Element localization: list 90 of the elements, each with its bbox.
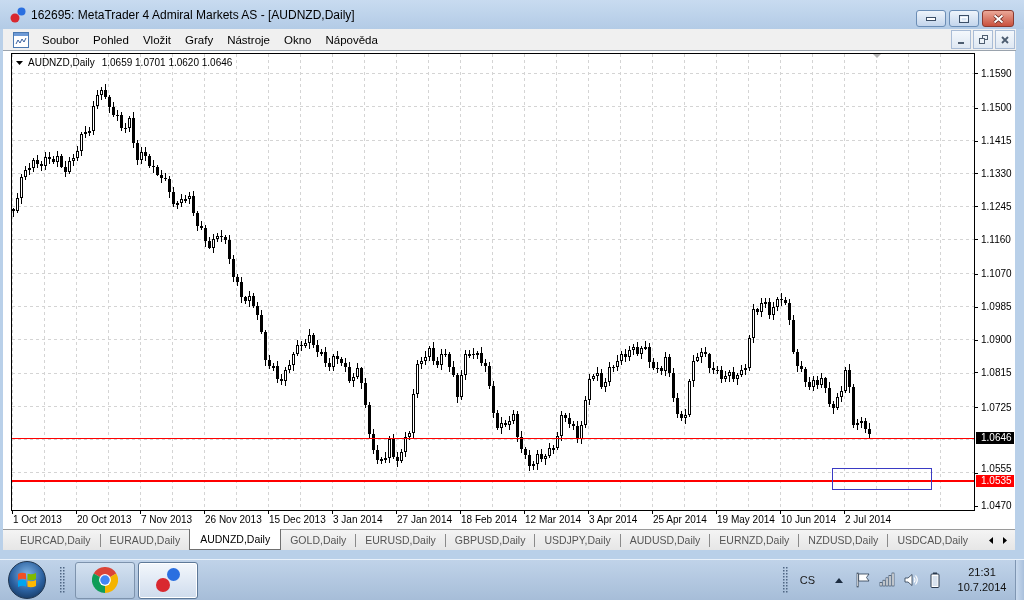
signal-icon	[879, 572, 895, 588]
date-label: 15 Dec 2013	[269, 514, 326, 526]
price-label: 1.1160	[981, 234, 1011, 245]
chart-tab[interactable]: NZDUSD,Daily	[799, 530, 888, 550]
price-label: 1.1245	[981, 201, 1012, 212]
chart-tab[interactable]: GOLD,Daily	[281, 530, 356, 550]
price-label: 1.1415	[981, 135, 1012, 146]
date-label: 7 Nov 2013	[141, 514, 193, 526]
right-triangle-icon	[1003, 536, 1007, 544]
two-dots-icon	[155, 567, 181, 593]
date-label: 2 Jul 2014	[845, 514, 892, 526]
chart-tab[interactable]: USDCAD,Daily	[888, 530, 977, 550]
close-chart-button[interactable]	[995, 30, 1015, 49]
date-label: 10 Jun 2014	[781, 514, 837, 526]
minimize-icon	[926, 16, 936, 21]
minimize-icon	[958, 42, 964, 44]
date-label: 27 Jan 2014	[397, 514, 453, 526]
flag-logo-icon	[17, 571, 37, 589]
battery-button[interactable]	[927, 572, 943, 588]
maximize-button[interactable]	[949, 10, 979, 27]
chart-window-icon[interactable]	[13, 31, 29, 48]
menu-item[interactable]: Soubor	[35, 29, 87, 50]
price-label: 1.1070	[981, 268, 1012, 279]
menu-item[interactable]: Vložit	[135, 29, 179, 50]
taskbar-button[interactable]	[138, 561, 198, 599]
speaker-icon	[903, 572, 919, 588]
chart-tab[interactable]: AUDUSD,Daily	[620, 530, 710, 550]
caret-icon[interactable]	[16, 60, 23, 65]
chart-symbol: AUDNZD,Daily	[28, 57, 95, 68]
date-label: 3 Apr 2014	[589, 514, 638, 526]
menu-item[interactable]: Nápověda	[318, 29, 385, 50]
flag-icon	[855, 572, 871, 588]
maximize-icon	[959, 14, 969, 23]
round-logo-icon	[92, 567, 118, 593]
taskbar-button[interactable]	[75, 561, 135, 599]
battery-icon	[927, 572, 943, 588]
rectangle-object[interactable]	[832, 468, 932, 490]
price-label: 1.1500	[981, 102, 1012, 113]
bid-price-label: 1.0646	[976, 432, 1014, 444]
caret-icon	[835, 577, 843, 583]
volume-button[interactable]	[903, 572, 919, 588]
chart-tab[interactable]: EURAUD,Daily	[100, 530, 190, 550]
close-icon	[992, 13, 1004, 24]
date-label: 20 Oct 2013	[77, 514, 132, 526]
clock-button[interactable]: 21:31 10.7.2014	[955, 565, 1009, 595]
menu-item[interactable]: Okno	[277, 29, 319, 50]
network-button[interactable]	[879, 572, 895, 588]
menu-item[interactable]: Pohled	[86, 29, 136, 50]
scroll-left-button[interactable]	[987, 534, 995, 546]
menu-item[interactable]: Nástroje	[220, 29, 277, 50]
menu-item[interactable]: Grafy	[178, 29, 221, 50]
date-label: 19 May 2014	[717, 514, 775, 526]
close-icon	[1001, 35, 1009, 44]
price-label: 1.0815	[981, 367, 1012, 378]
scroll-right-button[interactable]	[1001, 534, 1009, 546]
grip-icon[interactable]	[782, 566, 788, 594]
shift-marker-icon[interactable]	[873, 54, 881, 58]
close-button[interactable]	[982, 10, 1014, 27]
chart-tab[interactable]: GBPUSD,Daily	[445, 530, 535, 550]
chart-tab[interactable]: EURUSD,Daily	[356, 530, 445, 550]
date-label: 3 Jan 2014	[333, 514, 383, 526]
window-title: 162695: MetaTrader 4 Admiral Markets AS - [AUDNZD,Daily]	[31, 7, 355, 22]
start-button[interactable]	[8, 561, 46, 599]
price-label: 1.0555	[981, 463, 1012, 474]
left-triangle-icon	[989, 536, 993, 544]
date-label: 18 Feb 2014	[461, 514, 518, 526]
grip-icon[interactable]	[60, 566, 65, 594]
price-label: 1.0725	[981, 402, 1012, 413]
restore-chart-button[interactable]	[973, 30, 993, 49]
chart-tab[interactable]: EURNZD,Daily	[710, 530, 799, 550]
price-label: 1.0900	[981, 334, 1012, 345]
two-dots-icon	[10, 6, 26, 23]
flag-button[interactable]	[855, 572, 871, 588]
date-label: 26 Nov 2013	[205, 514, 262, 526]
restore-icon	[978, 35, 988, 44]
price-label: 1.0985	[981, 301, 1012, 312]
line-price-label: 1.0535	[976, 475, 1014, 487]
price-label: 1.1590	[981, 68, 1012, 79]
date-label: 25 Apr 2014	[653, 514, 707, 526]
minimize-chart-button[interactable]	[951, 30, 971, 49]
chart-tab[interactable]: AUDNZD,Daily	[189, 529, 282, 550]
chart-tab[interactable]: USDJPY,Daily	[535, 530, 620, 550]
date-label: 12 Mar 2014	[525, 514, 582, 526]
minimize-button[interactable]	[916, 10, 946, 27]
date-label: 1 Oct 2013	[13, 514, 62, 526]
ohlc-values: 1.0659 1.0701 1.0620 1.0646	[101, 57, 233, 68]
price-label: 1.1330	[981, 168, 1012, 179]
chart-tab[interactable]: EURCAD,Daily	[11, 530, 100, 550]
price-label: 1.0470	[981, 500, 1012, 511]
language-indicator[interactable]: CS	[799, 574, 815, 586]
